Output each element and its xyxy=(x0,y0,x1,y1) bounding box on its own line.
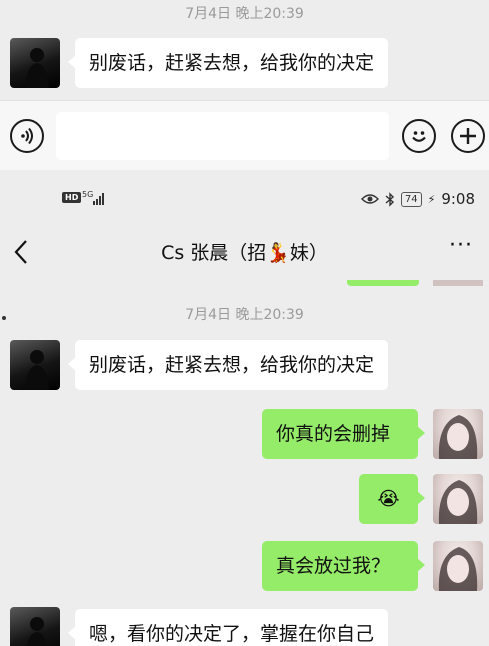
portrait-icon xyxy=(438,415,478,459)
contact-avatar[interactable] xyxy=(10,340,60,390)
person-silhouette-icon xyxy=(25,48,49,88)
timestamp: 7月4日 晚上20:39 xyxy=(185,307,304,323)
avatar-partial xyxy=(433,280,483,286)
more-icon[interactable]: ··· xyxy=(449,233,473,258)
battery-icon: 74 xyxy=(400,191,422,207)
status-bar: HD 5G 74 ⚡ 9:08 xyxy=(0,180,489,220)
eye-icon xyxy=(360,194,379,204)
emoji-icon[interactable] xyxy=(402,119,436,153)
timestamp: 7月4日 晚上20:39 xyxy=(185,6,304,22)
person-silhouette-icon xyxy=(26,617,48,646)
contact-avatar[interactable] xyxy=(10,38,60,88)
message-bubble[interactable]: 别废话，赶紧去想，给我你的决定 xyxy=(67,38,389,88)
charging-icon: ⚡ xyxy=(427,192,436,206)
message-bubble[interactable]: 😭 xyxy=(359,474,425,524)
person-silhouette-icon xyxy=(25,350,49,390)
message-bubble[interactable]: 你真的会删掉 xyxy=(262,409,425,459)
hd-badge: HD xyxy=(62,192,82,203)
signal-icon xyxy=(93,193,104,205)
clock: 9:08 xyxy=(441,190,475,208)
chat-header: Cs 张晨（招💃妹） ··· xyxy=(0,225,489,280)
message-bubble[interactable]: 别废话，赶紧去想，给我你的决定 xyxy=(67,340,389,390)
message-input[interactable] xyxy=(56,112,389,160)
self-avatar[interactable] xyxy=(433,541,483,591)
voice-icon[interactable] xyxy=(10,119,44,153)
bluetooth-icon xyxy=(385,191,394,207)
add-icon[interactable] xyxy=(451,119,485,153)
contact-avatar[interactable] xyxy=(10,607,60,646)
self-avatar[interactable] xyxy=(433,474,483,524)
portrait-icon xyxy=(438,547,478,591)
chat-title: Cs 张晨（招💃妹） xyxy=(161,242,328,264)
message-bubble[interactable]: 嗯，看你的决定了，掌握在你自己 xyxy=(67,609,389,646)
network-label: 5G xyxy=(82,190,94,199)
message-bubble-partial xyxy=(347,280,419,286)
portrait-icon xyxy=(438,480,478,524)
chat-input-bar xyxy=(0,100,489,170)
message-bubble[interactable]: 真会放过我？ xyxy=(262,541,425,591)
self-avatar[interactable] xyxy=(433,409,483,459)
